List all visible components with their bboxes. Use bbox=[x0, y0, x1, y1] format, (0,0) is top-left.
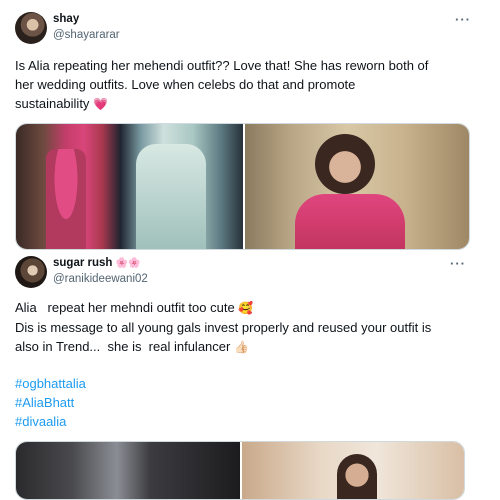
tweet-text: Is Alia repeating her mehendi outfit?? L… bbox=[15, 56, 485, 114]
tweet-text-fragment: also in Trend... she is real infulancer bbox=[15, 339, 231, 354]
hashtag-link[interactable]: #divaalia bbox=[15, 414, 66, 429]
more-options-icon[interactable]: ··· bbox=[455, 12, 471, 27]
thumbs-up-emoji: 👍🏻 bbox=[233, 340, 249, 354]
photo-right[interactable] bbox=[242, 442, 464, 499]
smiling-face-emoji: 🥰 bbox=[238, 301, 254, 315]
photo-right[interactable] bbox=[245, 124, 469, 249]
outfit-shape bbox=[46, 149, 86, 249]
media-grid[interactable] bbox=[15, 441, 465, 500]
photo-left[interactable] bbox=[16, 124, 243, 249]
avatar[interactable] bbox=[15, 12, 47, 44]
hashtag-link[interactable]: #AliaBhatt bbox=[15, 395, 74, 410]
tweet-text-line: Is Alia repeating her mehendi outfit?? L… bbox=[15, 58, 429, 73]
user-handle[interactable]: @ranikideewani02 bbox=[53, 273, 148, 285]
media-grid[interactable] bbox=[15, 123, 470, 250]
portrait-head bbox=[337, 454, 377, 499]
photo-left[interactable] bbox=[16, 442, 240, 499]
tweet-text-fragment: Alia repeat her mehndi outfit too cute bbox=[15, 300, 235, 315]
outfit-shape bbox=[136, 144, 206, 249]
tweet-text-line: also in Trend... she is real infulancer … bbox=[15, 337, 485, 357]
tweet-1: shay @shayararar ··· Is Alia repeating h… bbox=[0, 0, 500, 252]
outfit-shape bbox=[295, 194, 405, 249]
more-options-icon[interactable]: ··· bbox=[450, 256, 466, 271]
display-name-text: sugar rush bbox=[53, 257, 113, 269]
avatar[interactable] bbox=[15, 256, 47, 288]
user-handle[interactable]: @shayararar bbox=[53, 29, 120, 41]
heart-emoji: 💗 bbox=[93, 97, 109, 111]
tweet-text-line: sustainability 💗 bbox=[15, 94, 485, 114]
display-name[interactable]: sugar rush 🌸🌸 bbox=[53, 257, 141, 269]
tweet-text-line: Dis is message to all young gals invest … bbox=[15, 320, 432, 335]
portrait-head bbox=[315, 134, 375, 194]
flower-emoji: 🌸🌸 bbox=[115, 258, 141, 269]
tweet-text-fragment: sustainability bbox=[15, 96, 90, 111]
hashtag-link[interactable]: #ogbhattalia bbox=[15, 376, 86, 391]
tweet-text-line: Alia repeat her mehndi outfit too cute 🥰 bbox=[15, 298, 485, 318]
tweet-text-line: her wedding outfits. Love when celebs do… bbox=[15, 77, 356, 92]
tweet-text: Alia repeat her mehndi outfit too cute 🥰… bbox=[15, 298, 485, 357]
display-name[interactable]: shay bbox=[53, 13, 79, 25]
